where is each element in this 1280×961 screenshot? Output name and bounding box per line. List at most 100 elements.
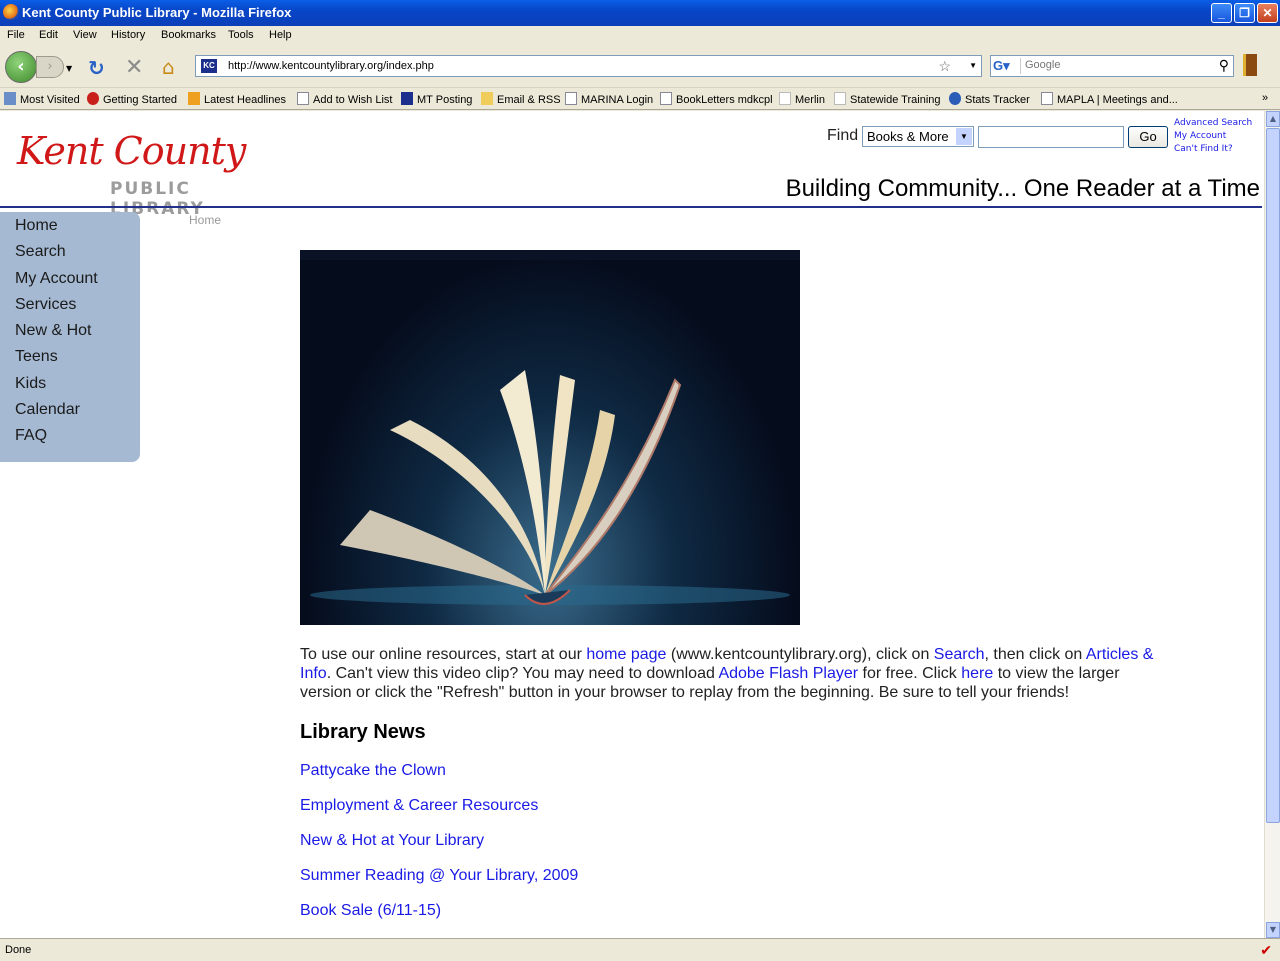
close-button[interactable]: ✕ xyxy=(1257,3,1278,23)
page-icon xyxy=(779,92,791,105)
breadcrumb: Home xyxy=(189,213,222,227)
url-text[interactable]: http://www.kentcountylibrary.org/index.p… xyxy=(228,60,434,72)
addon-status-icon[interactable]: ✔ xyxy=(1260,942,1272,959)
adobe-flash-link[interactable]: Adobe Flash Player xyxy=(718,665,858,682)
go-button[interactable]: Go xyxy=(1128,126,1168,148)
bookmarks-toolbar: Most Visited Getting Started Latest Head… xyxy=(0,88,1280,110)
page-icon xyxy=(660,92,672,105)
menu-help[interactable]: Help xyxy=(269,29,292,41)
url-bar[interactable]: KC http://www.kentcountylibrary.org/inde… xyxy=(195,55,982,77)
bookmarks-overflow-icon[interactable]: » xyxy=(1262,92,1268,104)
rss-icon xyxy=(188,92,200,105)
folder-icon xyxy=(481,92,493,105)
bookmark-bookletters[interactable]: BookLetters mdkcpl xyxy=(660,92,773,106)
find-category-select[interactable]: Books & More ▼ xyxy=(862,126,974,147)
news-item-pattycake[interactable]: Pattycake the Clown xyxy=(300,762,446,780)
url-dropdown-icon[interactable]: ▼ xyxy=(969,61,977,70)
gear-icon xyxy=(949,92,961,105)
menu-view[interactable]: View xyxy=(73,29,97,41)
search-bar[interactable]: G▾ ⚲ xyxy=(990,55,1234,77)
status-text: Done xyxy=(5,944,32,956)
history-dropdown-icon[interactable]: ▼ xyxy=(66,64,72,73)
intro-paragraph: To use our online resources, start at ou… xyxy=(300,646,1154,701)
bookmark-mt-posting[interactable]: MT Posting xyxy=(401,92,472,106)
status-bar: Done ✔ xyxy=(0,938,1280,961)
search-link[interactable]: Search xyxy=(934,646,985,663)
firefox-icon xyxy=(3,4,19,20)
menu-tools[interactable]: Tools xyxy=(228,29,254,41)
nav-search[interactable]: Search xyxy=(15,243,66,261)
nav-services[interactable]: Services xyxy=(15,296,76,314)
scroll-thumb[interactable] xyxy=(1266,128,1280,823)
site-favicon-icon: KC xyxy=(201,59,217,73)
bookmark-merlin[interactable]: Merlin xyxy=(779,92,825,106)
nav-faq[interactable]: FAQ xyxy=(15,427,47,445)
nav-new-hot[interactable]: New & Hot xyxy=(15,322,91,340)
catalog-search-input[interactable] xyxy=(978,126,1124,148)
header-links: Advanced Search My Account Can't Find It… xyxy=(1174,117,1252,156)
nav-corner xyxy=(140,212,154,226)
nav-teens[interactable]: Teens xyxy=(15,348,58,366)
bookmark-mapla[interactable]: MAPLA | Meetings and... xyxy=(1041,92,1178,106)
advanced-search-link[interactable]: Advanced Search xyxy=(1174,117,1252,130)
folder-icon xyxy=(4,92,16,105)
bookmark-latest-headlines[interactable]: Latest Headlines xyxy=(188,92,286,106)
google-engine-icon[interactable]: G▾ xyxy=(993,58,1021,74)
bookmark-add-to-wish-list[interactable]: Add to Wish List xyxy=(297,92,392,106)
header-divider xyxy=(0,206,1262,208)
menu-history[interactable]: History xyxy=(111,29,145,41)
news-item-employment[interactable]: Employment & Career Resources xyxy=(300,797,538,815)
news-item-new-hot[interactable]: New & Hot at Your Library xyxy=(300,832,484,850)
open-book-icon xyxy=(300,250,800,605)
scroll-down-icon[interactable]: ▼ xyxy=(1266,922,1280,938)
find-label: Find xyxy=(827,127,859,144)
news-item-book-sale[interactable]: Book Sale (6/11-15) xyxy=(300,902,441,920)
bookmark-stats-tracker[interactable]: Stats Tracker xyxy=(949,92,1030,106)
search-icon[interactable]: ⚲ xyxy=(1219,57,1229,74)
home-icon[interactable]: ⌂ xyxy=(162,55,175,79)
nav-kids[interactable]: Kids xyxy=(15,375,46,393)
firefox-bookmark-icon xyxy=(87,92,99,105)
window-titlebar: Kent County Public Library - Mozilla Fir… xyxy=(0,0,1280,26)
menu-bar: File Edit View History Bookmarks Tools H… xyxy=(0,26,1280,46)
minimize-button[interactable]: _ xyxy=(1211,3,1232,23)
navigation-toolbar: ‹ › ▼ ↻ ✕ ⌂ KC http://www.kentcountylibr… xyxy=(0,46,1280,88)
bookmark-statewide-training[interactable]: Statewide Training xyxy=(834,92,941,106)
cant-find-it-link[interactable]: Can't Find It? xyxy=(1174,143,1252,156)
bookmark-marina-login[interactable]: MARINA Login xyxy=(565,92,653,106)
addon-book-icon[interactable] xyxy=(1243,54,1257,76)
forward-button[interactable]: › xyxy=(36,56,64,78)
scroll-up-icon[interactable]: ▲ xyxy=(1266,111,1280,127)
back-button[interactable]: ‹ xyxy=(5,51,37,83)
bookmark-getting-started[interactable]: Getting Started xyxy=(87,92,177,106)
maximize-button[interactable]: ❐ xyxy=(1234,3,1255,23)
page-icon xyxy=(297,92,309,105)
page-icon xyxy=(1041,92,1053,105)
side-navigation: Home Search My Account Services New & Ho… xyxy=(0,212,140,462)
window-title: Kent County Public Library - Mozilla Fir… xyxy=(22,5,292,20)
search-input[interactable] xyxy=(1025,59,1205,71)
site-logo[interactable]: Kent County PUBLIC LIBRARY xyxy=(15,123,275,219)
menu-bookmarks[interactable]: Bookmarks xyxy=(161,29,216,41)
my-account-link[interactable]: My Account xyxy=(1174,130,1252,143)
nav-home[interactable]: Home xyxy=(15,217,58,235)
nav-calendar[interactable]: Calendar xyxy=(15,401,80,419)
page-icon xyxy=(834,92,846,105)
home-page-link[interactable]: home page xyxy=(586,646,666,663)
kc-icon xyxy=(401,92,413,105)
logo-script-text: Kent County xyxy=(17,129,246,173)
bookmark-most-visited[interactable]: Most Visited xyxy=(4,92,80,106)
menu-file[interactable]: File xyxy=(7,29,25,41)
find-category-value: Books & More xyxy=(867,129,949,144)
chevron-down-icon[interactable]: ▼ xyxy=(956,128,972,145)
bookmark-star-icon[interactable]: ☆ xyxy=(938,58,951,75)
stop-icon[interactable]: ✕ xyxy=(125,55,143,80)
reload-icon[interactable]: ↻ xyxy=(88,56,105,80)
book-video-image[interactable] xyxy=(300,250,800,625)
news-item-summer-reading[interactable]: Summer Reading @ Your Library, 2009 xyxy=(300,867,578,885)
nav-my-account[interactable]: My Account xyxy=(15,270,98,288)
menu-edit[interactable]: Edit xyxy=(39,29,58,41)
vertical-scrollbar[interactable]: ▲ ▼ xyxy=(1264,111,1280,938)
bookmark-email-rss[interactable]: Email & RSS xyxy=(481,92,561,106)
here-link[interactable]: here xyxy=(961,665,993,682)
